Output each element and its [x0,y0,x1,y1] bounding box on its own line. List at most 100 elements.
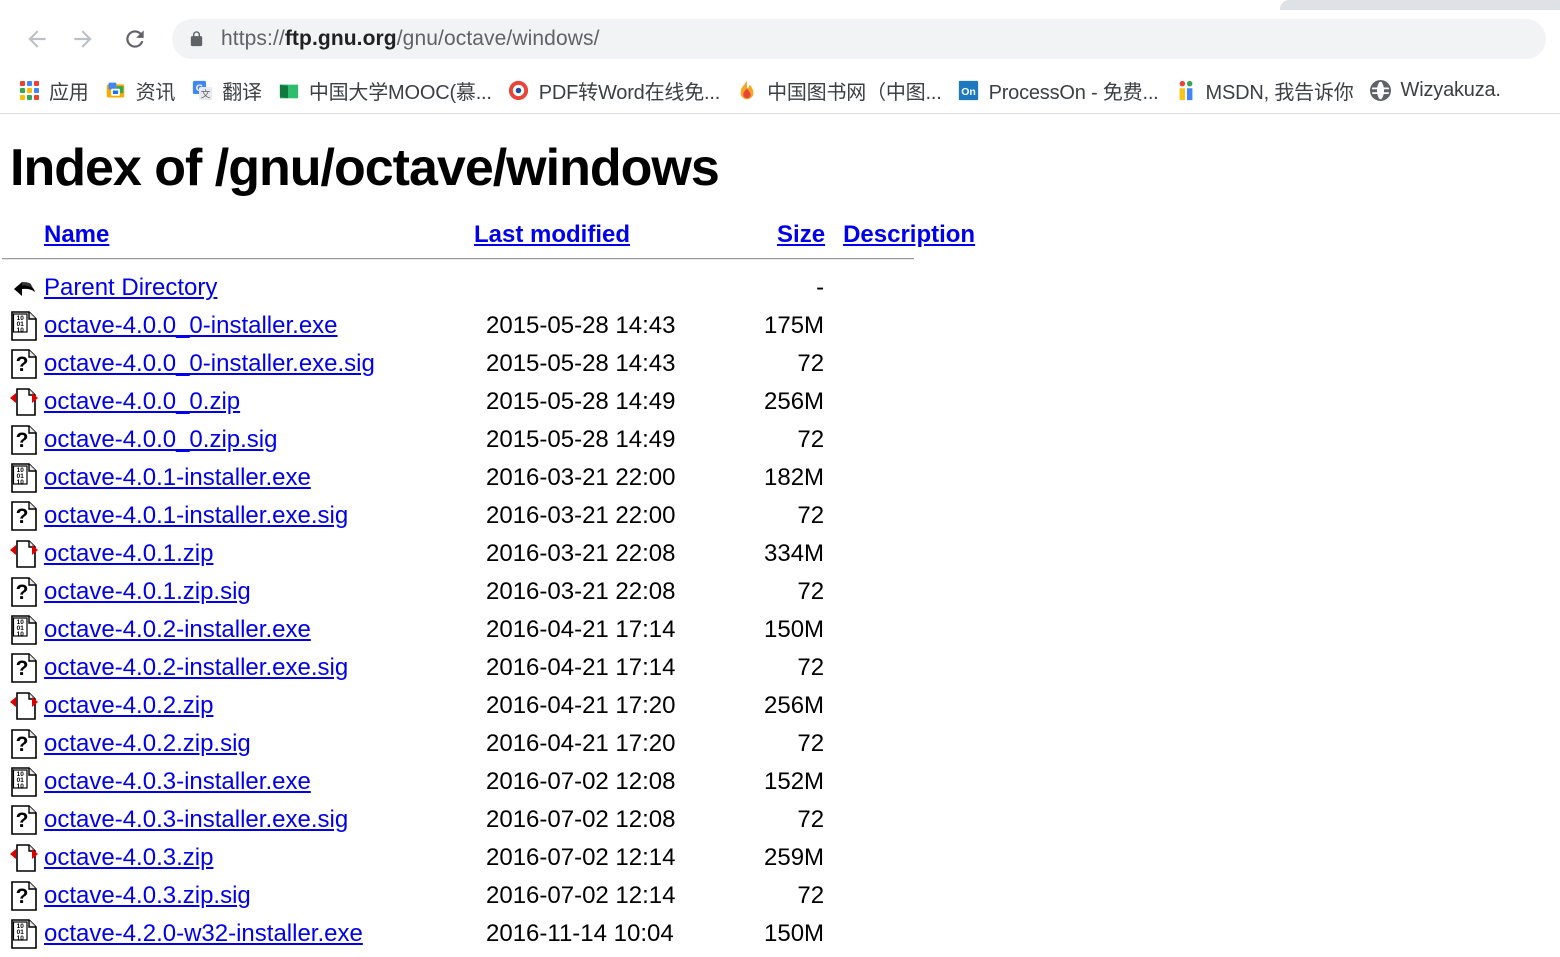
table-row: octave-4.0.3.zip.sig 2016-07-02 12:14 72 [0,877,975,915]
row-date-cell: 2015-05-28 14:43 [486,350,676,378]
row-icon-cell [0,535,44,573]
forward-button[interactable] [60,16,106,62]
msdn-people-icon [1175,80,1197,102]
background-tab[interactable] [1280,0,1560,10]
row-date-cell: 2016-07-02 12:08 [486,806,676,834]
row-name-cell: octave-4.0.3.zip.sig [44,877,474,915]
file-link[interactable]: octave-4.0.2.zip.sig [44,730,251,757]
sort-by-name-link[interactable]: Name [44,221,109,248]
header-name: Name [44,221,474,249]
bookmark-processon[interactable]: On ProcessOn - 免费... [950,74,1167,108]
file-link[interactable]: octave-4.2.0-w32-installer.exe [44,920,363,947]
file-link[interactable]: octave-4.0.3-installer.exe.sig [44,806,348,833]
bookmark-msdn[interactable]: MSDN, 我告诉你 [1167,74,1362,108]
row-description-cell [825,801,975,839]
row-size-cell: 259M [764,844,825,872]
file-link[interactable]: octave-4.0.1.zip.sig [44,578,251,605]
file-link[interactable]: octave-4.0.1-installer.exe.sig [44,502,348,529]
sort-by-date-link[interactable]: Last modified [474,221,630,248]
table-row: octave-4.0.3-installer.exe 2016-07-02 12:… [0,763,975,801]
row-icon-cell [0,269,44,307]
row-date-cell: 2016-07-02 12:14 [486,882,676,910]
compressed-file-icon [10,843,38,873]
file-link[interactable]: octave-4.0.3-installer.exe [44,768,311,795]
row-date-cell: 2016-03-21 22:08 [486,578,676,606]
row-name-cell: octave-4.0.2.zip [44,687,474,725]
file-link[interactable]: octave-4.0.0_0-installer.exe.sig [44,350,375,377]
row-description-cell [825,459,975,497]
file-link[interactable]: octave-4.0.0_0-installer.exe [44,312,338,339]
bookmark-mooc[interactable]: 中国大学MOOC(慕... [270,74,500,108]
sort-by-description-link[interactable]: Description [843,221,975,248]
bookmark-wizyakuza[interactable]: Wizyakuza. [1362,74,1509,108]
table-row: octave-4.0.1-installer.exe 2016-03-21 22:… [0,459,975,497]
reload-button[interactable] [112,16,158,62]
row-name-cell: octave-4.0.3-installer.exe.sig [44,801,474,839]
row-size-cell: 175M [764,312,825,340]
file-link[interactable]: octave-4.0.2-installer.exe.sig [44,654,348,681]
row-description-cell [825,535,975,573]
row-date-cell: 2016-07-02 12:08 [486,768,676,796]
row-name-cell: octave-4.0.1-installer.exe.sig [44,497,474,535]
url-host: ftp.gnu.org [284,27,397,50]
header-last-modified: Last modified [474,221,754,249]
bookmark-apps[interactable]: 应用 [10,74,97,108]
unknown-file-icon [10,501,38,531]
binary-file-icon [10,615,38,645]
file-link[interactable]: octave-4.0.0_0.zip [44,388,240,415]
row-date-cell [474,269,754,307]
bookmark-pdf-to-word[interactable]: PDF转Word在线免... [500,74,728,108]
back-button[interactable] [14,16,60,62]
file-link[interactable]: octave-4.0.2.zip [44,692,213,719]
address-bar[interactable]: https://ftp.gnu.org/gnu/octave/windows/ [172,19,1546,59]
row-name-cell: octave-4.0.2-installer.exe.sig [44,649,474,687]
row-date-cell: 2016-07-02 12:14 [486,844,676,872]
sort-by-size-link[interactable]: Size [777,221,825,248]
unknown-file-icon [10,349,38,379]
binary-file-icon [10,767,38,797]
parent-directory-link[interactable]: Parent Directory [44,274,217,301]
row-icon-cell [0,915,44,953]
binary-file-icon [10,463,38,493]
row-size-cell: 72 [797,806,825,834]
bookmark-label: 应用 [49,82,89,104]
row-icon-cell [0,573,44,611]
row-icon-cell [0,725,44,763]
binary-file-icon [10,919,38,949]
news-icon [105,80,127,102]
row-date-cell: 2016-04-21 17:20 [486,692,676,720]
row-description-cell [825,915,975,953]
table-row: octave-4.0.2.zip 2016-04-21 17:20 256M [0,687,975,725]
file-link[interactable]: octave-4.0.3.zip [44,844,213,871]
row-size-cell: 72 [797,654,825,682]
bookmark-label: MSDN, 我告诉你 [1205,82,1354,104]
header-icon-cell [0,221,44,249]
bookmark-label: 资讯 [135,82,176,104]
unknown-file-icon [10,729,38,759]
row-size-cell: 256M [764,388,825,416]
bookmark-news[interactable]: 资讯 [97,74,184,108]
row-icon-cell [0,383,44,421]
row-description-cell [825,877,975,915]
row-icon-cell [0,459,44,497]
bookmark-translate[interactable]: G 文 翻译 [183,74,270,108]
row-icon-cell [0,877,44,915]
row-description-cell [825,611,975,649]
translate-icon: G 文 [191,80,213,102]
row-name-cell: octave-4.0.3.zip [44,839,474,877]
file-link[interactable]: octave-4.0.0_0.zip.sig [44,426,277,453]
row-date-cell: 2015-05-28 14:49 [486,388,676,416]
file-link[interactable]: octave-4.0.1.zip [44,540,213,567]
row-description-cell [825,307,975,345]
table-header-row: Name Last modified Size Description [0,221,975,249]
file-link[interactable]: octave-4.0.3.zip.sig [44,882,251,909]
file-link[interactable]: octave-4.0.2-installer.exe [44,616,311,643]
file-link[interactable]: octave-4.0.1-installer.exe [44,464,311,491]
table-row: octave-4.0.2.zip.sig 2016-04-21 17:20 72 [0,725,975,763]
row-date-cell: 2015-05-28 14:43 [486,312,676,340]
bookmark-china-books[interactable]: 中国图书网（中图... [728,74,949,108]
row-description-cell [825,839,975,877]
forward-arrow-icon [74,30,92,48]
row-name-cell: Parent Directory [44,269,474,307]
bookmark-label: PDF转Word在线免... [538,82,721,104]
